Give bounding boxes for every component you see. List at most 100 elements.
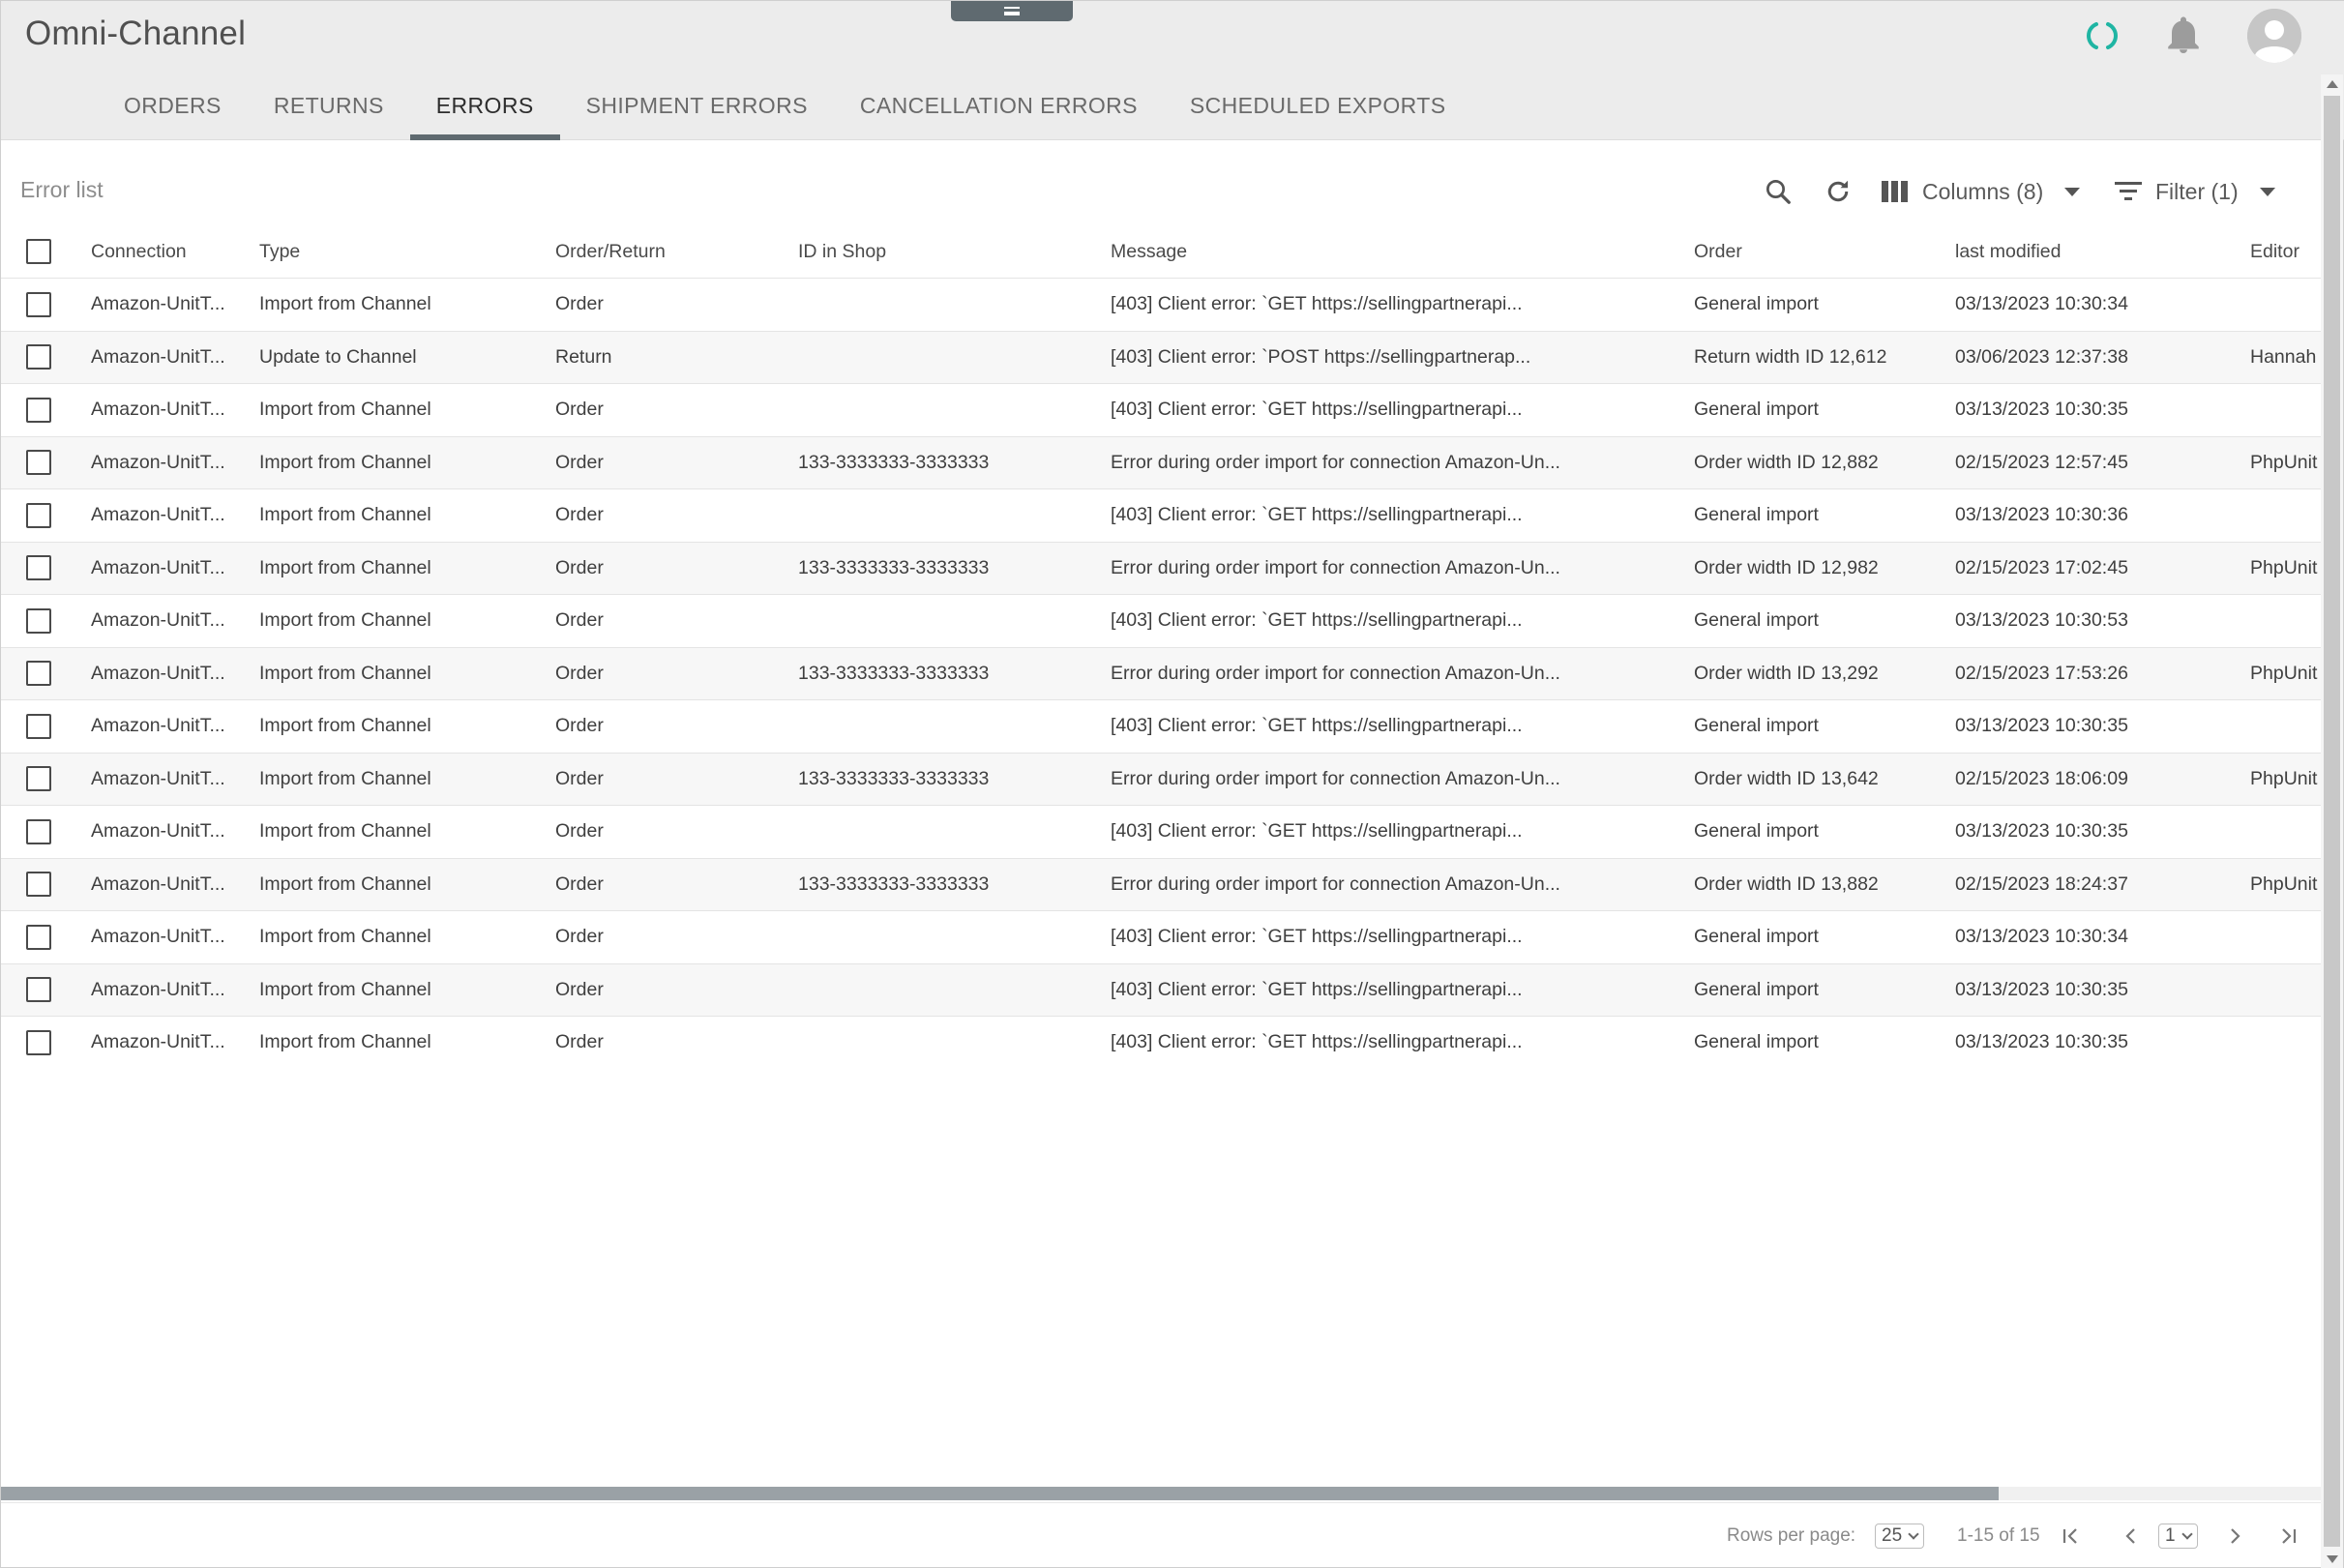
bell-icon[interactable] [2162, 15, 2205, 57]
cell-order-return: Order [555, 399, 604, 421]
cell-order-return: Order [555, 767, 604, 789]
cell-editor: PhpUnit [2250, 873, 2318, 895]
columns-button[interactable]: Columns (8) [1882, 169, 2081, 214]
refresh-button[interactable] [1824, 169, 1853, 214]
chevron-down-icon [1908, 1528, 1919, 1540]
row-checkbox[interactable] [26, 859, 53, 911]
chevron-down-icon [2259, 187, 2275, 196]
row-checkbox[interactable] [26, 700, 53, 753]
rows-per-page-select[interactable]: 25 [1875, 1503, 1925, 1568]
select-all-checkbox[interactable] [26, 225, 53, 278]
column-header-type[interactable]: Type [259, 225, 300, 278]
row-checkbox[interactable] [26, 964, 53, 1017]
row-checkbox[interactable] [26, 332, 53, 384]
error-table: Connection Type Order/Return ID in Shop … [1, 225, 2321, 1069]
table-row[interactable]: Amazon-UnitT... Import from Channel Order 1… [1, 752, 2321, 806]
cell-type: Import from Channel [259, 820, 431, 843]
first-page-button[interactable] [2060, 1503, 2083, 1568]
cell-order: General import [1694, 609, 1819, 632]
cell-connection: Amazon-UnitT... [91, 820, 225, 843]
chevron-down-icon [2181, 1528, 2193, 1540]
table-row[interactable]: Amazon-UnitT... Import from Channel Order [… [1, 805, 2321, 858]
search-icon [1764, 177, 1793, 206]
table-row[interactable]: Amazon-UnitT... Update to Channel Return [4… [1, 330, 2321, 384]
table-row[interactable]: Amazon-UnitT... Import from Channel Order [… [1, 488, 2321, 542]
row-checkbox[interactable] [26, 806, 53, 858]
next-page-button[interactable] [2223, 1503, 2246, 1568]
cell-connection: Amazon-UnitT... [91, 609, 225, 632]
table-row[interactable]: Amazon-UnitT... Import from Channel Order [… [1, 699, 2321, 753]
row-checkbox[interactable] [26, 543, 53, 595]
cell-order: General import [1694, 293, 1819, 315]
table-row[interactable]: Amazon-UnitT... Import from Channel Order 1… [1, 646, 2321, 700]
tab-returns[interactable]: RETURNS [248, 71, 410, 140]
table-row[interactable]: Amazon-UnitT... Import from Channel Order [… [1, 1016, 2321, 1069]
table-row[interactable]: Amazon-UnitT... Import from Channel Order [… [1, 594, 2321, 647]
table-row[interactable]: Amazon-UnitT... Import from Channel Order 1… [1, 541, 2321, 595]
search-button[interactable] [1764, 169, 1793, 214]
tab-scheduled-exports[interactable]: SCHEDULED EXPORTS [1164, 71, 1472, 140]
table-row[interactable]: Amazon-UnitT... Import from Channel Order [… [1, 278, 2321, 331]
cell-order-return: Order [555, 662, 604, 684]
last-page-button[interactable] [2276, 1503, 2299, 1568]
vertical-scrollbar[interactable] [2321, 74, 2343, 1568]
previous-page-button[interactable] [2120, 1503, 2143, 1568]
table-row[interactable]: Amazon-UnitT... Import from Channel Order [… [1, 383, 2321, 436]
cell-type: Import from Channel [259, 978, 431, 1000]
cell-editor: PhpUnit [2250, 556, 2318, 578]
column-header-message[interactable]: Message [1111, 225, 1187, 278]
cell-last-modified: 03/13/2023 10:30:35 [1955, 978, 2128, 1000]
chevron-down-icon [2064, 187, 2081, 196]
cell-editor: PhpUnit [2250, 662, 2318, 684]
column-header-connection[interactable]: Connection [91, 225, 187, 278]
page-select[interactable]: 1 [2158, 1503, 2198, 1568]
scroll-up-icon[interactable] [2327, 80, 2338, 88]
tab-cancellation-errors[interactable]: CANCELLATION ERRORS [834, 71, 1164, 140]
list-title: Error list [20, 177, 104, 202]
column-header-order-return[interactable]: Order/Return [555, 225, 666, 278]
cell-last-modified: 03/13/2023 10:30:35 [1955, 715, 2128, 737]
column-header-editor[interactable]: Editor [2250, 225, 2299, 278]
pagination-footer: Rows per page: 25 1-15 of 15 1 [1, 1502, 2321, 1568]
row-checkbox[interactable] [26, 437, 53, 489]
cell-order: Order width ID 13,642 [1694, 767, 1879, 789]
tab-shipment-errors[interactable]: SHIPMENT ERRORS [560, 71, 834, 140]
column-header-last-modified[interactable]: last modified [1955, 225, 2061, 278]
cell-order-return: Order [555, 715, 604, 737]
row-checkbox[interactable] [26, 279, 53, 331]
cell-connection: Amazon-UnitT... [91, 504, 225, 526]
row-checkbox[interactable] [26, 911, 53, 963]
table-row[interactable]: Amazon-UnitT... Import from Channel Order 1… [1, 435, 2321, 489]
cell-last-modified: 03/13/2023 10:30:35 [1955, 1031, 2128, 1053]
table-row[interactable]: Amazon-UnitT... Import from Channel Order [… [1, 962, 2321, 1017]
cell-editor: PhpUnit [2250, 451, 2318, 473]
scroll-down-icon[interactable] [2327, 1555, 2338, 1563]
user-avatar-icon[interactable] [2247, 9, 2301, 63]
row-checkbox[interactable] [26, 1017, 53, 1069]
filter-button[interactable]: Filter (1) [2115, 169, 2275, 214]
cell-message: [403] Client error: `GET https://selling… [1111, 820, 1523, 843]
cell-order-return: Order [555, 820, 604, 843]
row-checkbox[interactable] [26, 595, 53, 647]
cell-order-return: Order [555, 504, 604, 526]
tab-errors[interactable]: ERRORS [409, 71, 560, 140]
row-checkbox[interactable] [26, 648, 53, 700]
row-checkbox[interactable] [26, 754, 53, 806]
cell-id-in-shop: 133-3333333-3333333 [798, 662, 990, 684]
tab-orders[interactable]: ORDERS [98, 71, 248, 140]
chevron-right-icon [2231, 1528, 2240, 1544]
row-checkbox[interactable] [26, 489, 53, 542]
table-row[interactable]: Amazon-UnitT... Import from Channel Order [… [1, 910, 2321, 963]
chevron-left-icon [2125, 1528, 2135, 1544]
cell-type: Import from Channel [259, 767, 431, 789]
column-header-id-in-shop[interactable]: ID in Shop [798, 225, 886, 278]
columns-label: Columns (8) [1922, 178, 2044, 204]
horizontal-scrollbar[interactable] [1, 1487, 2321, 1500]
cell-connection: Amazon-UnitT... [91, 926, 225, 948]
row-checkbox[interactable] [26, 384, 53, 436]
cell-connection: Amazon-UnitT... [91, 556, 225, 578]
cell-id-in-shop: 133-3333333-3333333 [798, 451, 990, 473]
table-row[interactable]: Amazon-UnitT... Import from Channel Order 1… [1, 857, 2321, 911]
drawer-handle-icon[interactable] [951, 1, 1073, 21]
column-header-order[interactable]: Order [1694, 225, 1742, 278]
